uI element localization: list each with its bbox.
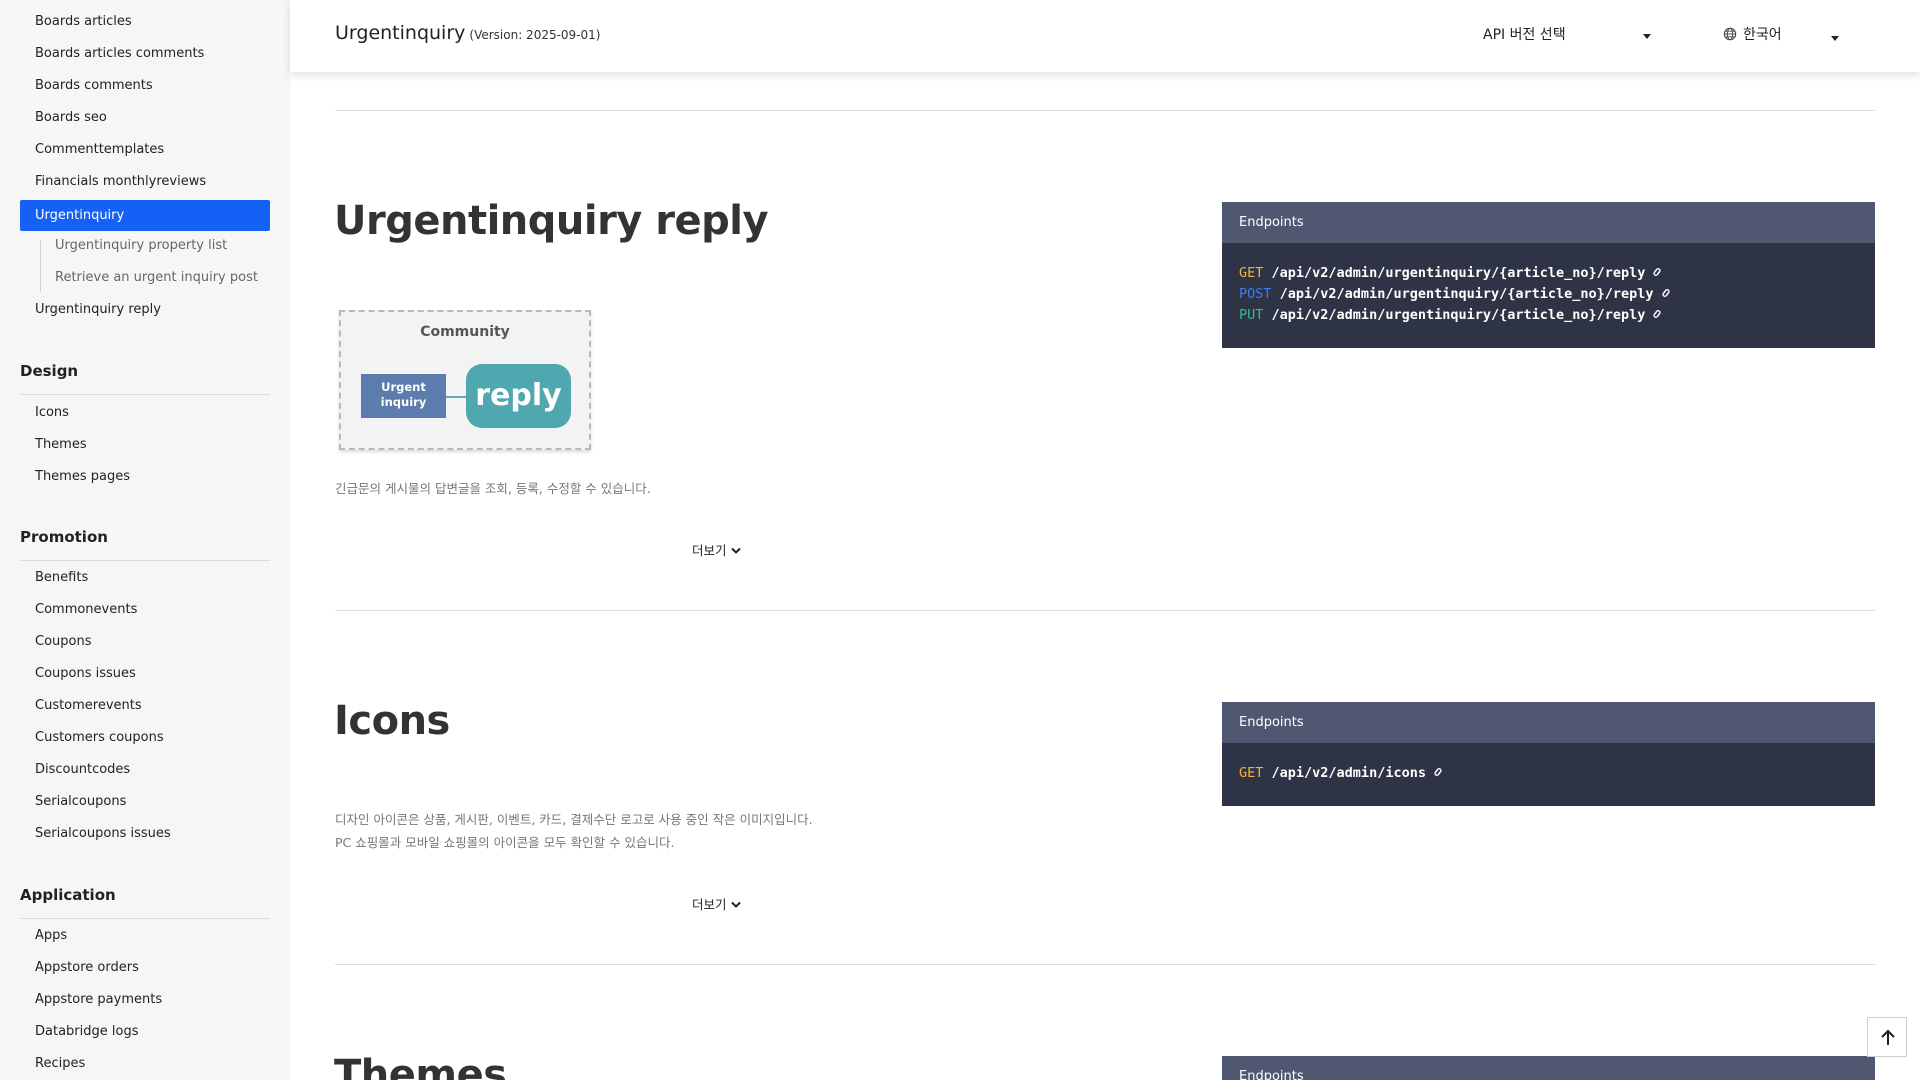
sidebar-item-boards-articles[interactable]: Boards articles [35,12,132,32]
method-put: PUT [1239,307,1264,323]
sidebar-item-apps[interactable]: Apps [35,926,67,946]
sidebar-item-themes-pages[interactable]: Themes pages [35,467,130,487]
link-icon[interactable] [1651,265,1663,279]
top-header: Urgentinquiry (Version: 2025-09-01) API 버… [290,0,1920,72]
sidebar-item-coupons[interactable]: Coupons [35,632,92,652]
sidebar-item-serialcoupons[interactable]: Serialcoupons [35,792,126,812]
sidebar-item-coupons-issues[interactable]: Coupons issues [35,664,136,684]
sidebar-item-benefits[interactable]: Benefits [35,568,88,588]
version-label: (Version: 2025-09-01) [469,28,601,42]
sidebar-group-application: Application [20,884,270,919]
language-select[interactable]: 한국어 [1723,24,1843,48]
endpoint-path: /api/v2/admin/icons [1271,765,1426,781]
language-select-label: 한국어 [1743,27,1782,43]
more-button-label: 더보기 [692,543,727,558]
caret-down-icon [1643,34,1651,39]
endpoint-row[interactable]: POST /api/v2/admin/urgentinquiry/{articl… [1239,284,1858,305]
sidebar-item-themes[interactable]: Themes [35,435,87,455]
sidebar-item-databridge-logs[interactable]: Databridge logs [35,1022,138,1042]
method-get: GET [1239,765,1264,781]
section-title-urgentinquiry-reply: Urgentinquiry reply [334,198,769,244]
endpoints-header: Endpoints [1222,1056,1875,1080]
diagram-reply-box: reply [466,364,571,428]
sidebar-item-urgentinquiry-reply[interactable]: Urgentinquiry reply [35,300,161,320]
sidebar-item-icons[interactable]: Icons [35,403,69,423]
endpoints-panel: Endpoints GET /api/v2/admin/urgentinquir… [1222,202,1875,348]
diagram-urgent-inquiry-box: Urgent inquiry [361,374,446,418]
scroll-to-top-button[interactable] [1867,1017,1907,1057]
sidebar-item-recipes[interactable]: Recipes [35,1054,85,1074]
sidebar-item-appstore-payments[interactable]: Appstore payments [35,990,162,1010]
page-title: Urgentinquiry (Version: 2025-09-01) [335,22,600,44]
sidebar-item-boards-comments[interactable]: Boards comments [35,76,153,96]
more-button[interactable]: 더보기 [692,894,741,913]
arrow-up-icon [1881,1029,1895,1045]
sidebar-subitem-property-list[interactable]: Urgentinquiry property list [55,236,227,256]
sidebar-item-commenttemplates[interactable]: Commenttemplates [35,140,164,160]
link-icon[interactable] [1660,286,1672,300]
section-description: PC 쇼핑몰과 모바일 쇼핑몰의 아이콘을 모두 확인할 수 있습니다. [335,835,675,850]
diagram-connector [446,396,466,398]
endpoint-path: /api/v2/admin/urgentinquiry/{article_no}… [1271,307,1646,323]
sidebar-item-appstore-orders[interactable]: Appstore orders [35,958,139,978]
sidebar-item-boards-articles-comments[interactable]: Boards articles comments [35,44,204,64]
sidebar-item-financials-monthlyreviews[interactable]: Financials monthlyreviews [35,172,206,192]
endpoint-row[interactable]: GET /api/v2/admin/urgentinquiry/{article… [1239,263,1858,284]
chevron-down-icon [730,901,741,908]
api-version-select-label: API 버전 선택 [1483,27,1566,43]
sidebar-item-urgentinquiry[interactable]: Urgentinquiry [20,200,270,231]
sidebar-item-discountcodes[interactable]: Discountcodes [35,760,130,780]
endpoint-row[interactable]: PUT /api/v2/admin/urgentinquiry/{article… [1239,305,1858,326]
sidebar-group-promotion: Promotion [20,526,270,561]
sidebar-group-design: Design [20,360,270,395]
diagram-title: Community [420,324,510,340]
community-diagram: Community Urgent inquiry reply [339,310,591,450]
sidebar-subitem-retrieve-post[interactable]: Retrieve an urgent inquiry post [55,268,258,288]
page-title-text: Urgentinquiry [335,22,466,44]
endpoint-path: /api/v2/admin/urgentinquiry/{article_no}… [1279,286,1654,302]
globe-icon [1723,27,1737,41]
chevron-down-icon [730,547,741,554]
sidebar: Boards articles Boards articles comments… [0,0,290,1080]
section-title-themes: Themes [334,1052,507,1080]
section-description: 디자인 아이콘은 상품, 게시판, 이벤트, 카드, 결제수단 로고로 사용 중… [335,812,813,827]
endpoints-panel: Endpoints GET /api/v2/admin/icons [1222,702,1875,806]
sidebar-item-customerevents[interactable]: Customerevents [35,696,142,716]
endpoint-path: /api/v2/admin/urgentinquiry/{article_no}… [1271,265,1646,281]
endpoint-row[interactable]: GET /api/v2/admin/icons [1239,763,1858,784]
section-title-icons: Icons [334,698,450,744]
method-post: POST [1239,286,1272,302]
caret-down-icon [1831,36,1839,41]
sidebar-item-serialcoupons-issues[interactable]: Serialcoupons issues [35,824,171,844]
sidebar-item-commonevents[interactable]: Commonevents [35,600,137,620]
endpoints-header: Endpoints [1222,702,1875,743]
section-divider [335,964,1875,965]
method-get: GET [1239,265,1264,281]
section-divider [335,610,1875,611]
api-version-select[interactable]: API 버전 선택 [1483,24,1658,48]
endpoints-header: Endpoints [1222,202,1875,243]
more-button-label: 더보기 [692,897,727,912]
sidebar-item-customers-coupons[interactable]: Customers coupons [35,728,164,748]
link-icon[interactable] [1432,765,1444,779]
more-button[interactable]: 더보기 [692,540,741,559]
sidebar-item-boards-seo[interactable]: Boards seo [35,108,107,128]
endpoints-panel: Endpoints [1222,1056,1875,1080]
sidebar-subtree-line [40,240,41,292]
link-icon[interactable] [1651,307,1663,321]
section-description: 긴급문의 게시물의 답변글을 조회, 등록, 수정할 수 있습니다. [335,481,651,496]
section-divider [335,110,1875,111]
